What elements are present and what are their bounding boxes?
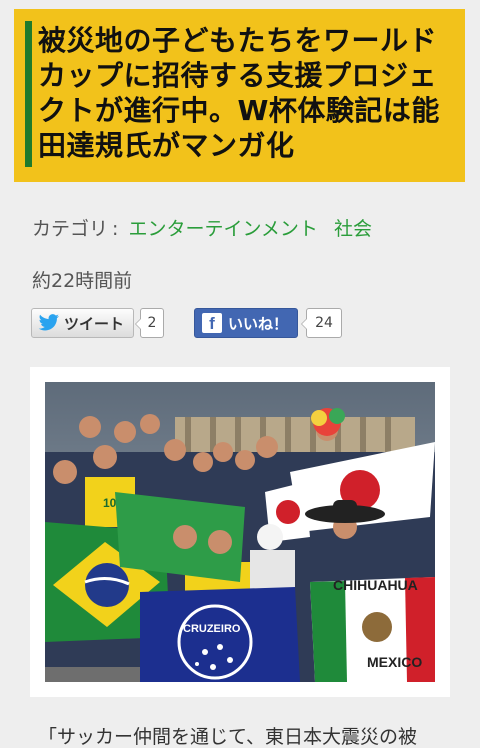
article-body-first-line: 「サッカー仲間を通じて、東日本大震災の被 — [38, 726, 418, 748]
title-accent-bar — [25, 21, 32, 167]
svg-text:10: 10 — [103, 496, 117, 510]
category-separator: : — [112, 218, 119, 240]
like-label: いいね！ — [228, 314, 289, 333]
tweet-button[interactable]: ツイート — [31, 308, 134, 338]
category-line: カテゴリ: エンターテインメント 社会 — [32, 214, 382, 241]
like-count: 24 — [301, 308, 342, 338]
category-label: カテゴリ — [32, 218, 109, 240]
category-link-entertainment[interactable]: エンターテインメント — [128, 218, 317, 240]
article-title-box: 被災地の子どもたちをワールドカップに招待する支援プロジェクトが進行中。W杯体験記… — [14, 9, 465, 182]
chihuahua-text: CHIHUAHUA — [333, 577, 418, 593]
like-button[interactable]: f いいね！ — [194, 308, 298, 338]
category-link-society[interactable]: 社会 — [334, 218, 372, 240]
facebook-icon: f — [202, 313, 222, 333]
fans-photo-illustration: 10 CRUZEIRO CHIHUAHUA MEXICO — [45, 382, 435, 682]
cruzeiro-text: CRUZEIRO — [183, 623, 241, 635]
mexico-text: MEXICO — [367, 654, 422, 670]
article-photo-frame: 10 CRUZEIRO CHIHUAHUA MEXICO — [30, 367, 450, 697]
tweet-count: 2 — [135, 308, 164, 338]
twitter-bird-icon — [38, 314, 59, 331]
tweet-label: ツイート — [64, 314, 125, 333]
article-title: 被災地の子どもたちをワールドカップに招待する支援プロジェクトが進行中。W杯体験記… — [38, 24, 440, 162]
published-time: 約22時間前 — [32, 270, 133, 292]
article-photo[interactable]: 10 CRUZEIRO CHIHUAHUA MEXICO — [45, 382, 435, 682]
